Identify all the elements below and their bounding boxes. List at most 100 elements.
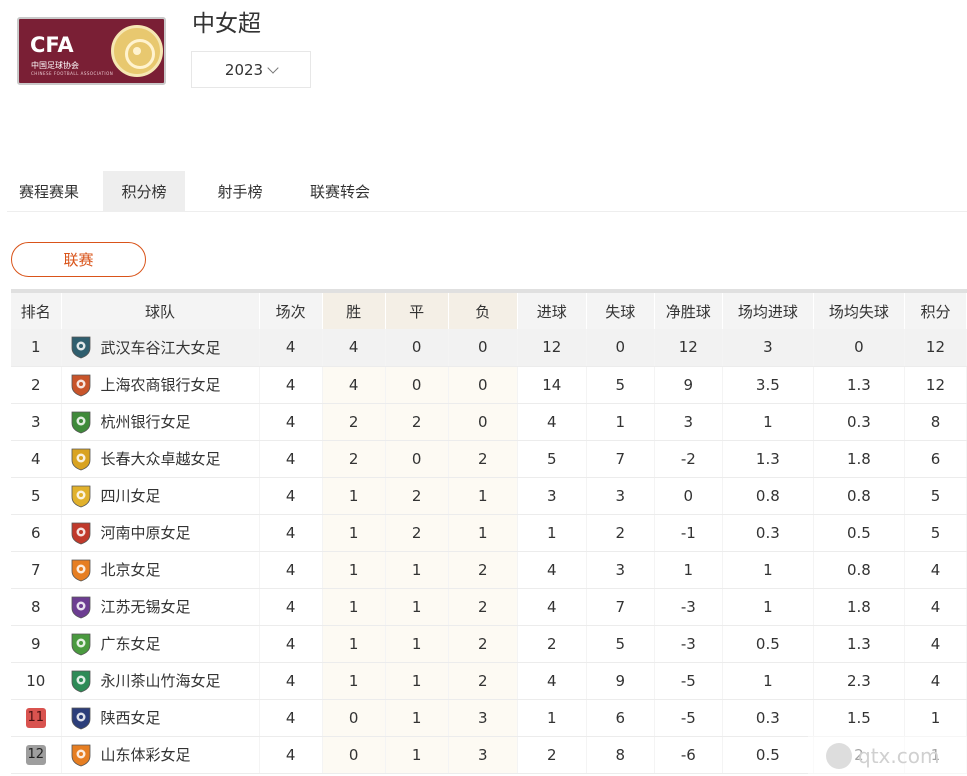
avg-goals-for-cell: 3 bbox=[722, 329, 814, 367]
standings-table: 排名 球队 场次 胜 平 负 进球 失球 净胜球 场均进球 场均失球 积分 1 武… bbox=[11, 289, 967, 774]
draws-cell: 1 bbox=[385, 736, 449, 774]
tab-schedule[interactable]: 赛程赛果 bbox=[7, 171, 103, 211]
table-row[interactable]: 7 北京女足 4 1 1 2 4 3 1 1 0.8 4 bbox=[11, 551, 967, 589]
rank-value: 7 bbox=[30, 560, 41, 579]
team-name[interactable]: 河南中原女足 bbox=[101, 522, 191, 543]
team-cell[interactable]: 永川茶山竹海女足 bbox=[61, 662, 260, 700]
avg-goals-for-cell: 0.3 bbox=[722, 699, 814, 737]
guangdong-badge-icon bbox=[68, 631, 94, 657]
team-cell[interactable]: 上海农商银行女足 bbox=[61, 366, 260, 404]
team-cell[interactable]: 杭州银行女足 bbox=[61, 403, 260, 441]
wins-cell: 2 bbox=[322, 440, 386, 478]
team-name[interactable]: 永川茶山竹海女足 bbox=[101, 670, 221, 691]
header-goals-for: 进球 bbox=[517, 291, 587, 329]
header-draws: 平 bbox=[385, 291, 449, 329]
table-row[interactable]: 8 江苏无锡女足 4 1 1 2 4 7 -3 1 1.8 4 bbox=[11, 588, 967, 626]
table-row[interactable]: 11 陕西女足 4 0 1 3 1 6 -5 0.3 1.5 1 bbox=[11, 699, 967, 737]
season-dropdown[interactable]: 2023 bbox=[191, 51, 311, 88]
points-cell: 8 bbox=[904, 403, 967, 441]
goals-for-cell: 14 bbox=[517, 366, 587, 404]
table-row[interactable]: 2 上海农商银行女足 4 4 0 0 14 5 9 3.5 1.3 12 bbox=[11, 366, 967, 404]
table-row[interactable]: 6 河南中原女足 4 1 2 1 1 2 -1 0.3 0.5 5 bbox=[11, 514, 967, 552]
goals-against-cell: 6 bbox=[586, 699, 655, 737]
rank-value: 3 bbox=[30, 412, 41, 431]
team-cell[interactable]: 四川女足 bbox=[61, 477, 260, 515]
shandong-badge-icon bbox=[68, 742, 94, 768]
points-cell: 6 bbox=[904, 440, 967, 478]
team-cell[interactable]: 山东体彩女足 bbox=[61, 736, 260, 774]
goal-diff-cell: -5 bbox=[654, 699, 723, 737]
draws-cell: 1 bbox=[385, 699, 449, 737]
rank-cell: 11 bbox=[11, 699, 62, 737]
goal-diff-cell: -5 bbox=[654, 662, 723, 700]
tab-top-scorers[interactable]: 射手榜 bbox=[185, 171, 295, 211]
avg-goals-against-cell: 1.5 bbox=[813, 699, 905, 737]
rank-value: 1 bbox=[30, 338, 41, 357]
team-name[interactable]: 陕西女足 bbox=[101, 707, 161, 728]
team-cell[interactable]: 河南中原女足 bbox=[61, 514, 260, 552]
points-cell: 4 bbox=[904, 625, 967, 663]
table-row[interactable]: 3 杭州银行女足 4 2 2 0 4 1 3 1 0.3 8 bbox=[11, 403, 967, 441]
tab-standings[interactable]: 积分榜 bbox=[103, 171, 185, 211]
table-row[interactable]: 1 武汉车谷江大女足 4 4 0 0 12 0 12 3 0 12 bbox=[11, 329, 967, 367]
league-filter-button[interactable]: 联赛 bbox=[11, 242, 146, 277]
chevron-down-icon bbox=[267, 61, 279, 74]
goals-against-cell: 8 bbox=[586, 736, 655, 774]
header-rank: 排名 bbox=[11, 291, 62, 329]
avg-goals-against-cell: 0.5 bbox=[813, 514, 905, 552]
goals-for-cell: 5 bbox=[517, 440, 587, 478]
team-name[interactable]: 四川女足 bbox=[101, 485, 161, 506]
team-name[interactable]: 杭州银行女足 bbox=[101, 411, 191, 432]
team-cell[interactable]: 广东女足 bbox=[61, 625, 260, 663]
team-name[interactable]: 山东体彩女足 bbox=[101, 744, 191, 765]
rank-value: 6 bbox=[30, 523, 41, 542]
team-cell[interactable]: 陕西女足 bbox=[61, 699, 260, 737]
losses-cell: 2 bbox=[448, 662, 518, 700]
goals-against-cell: 7 bbox=[586, 588, 655, 626]
wins-cell: 1 bbox=[322, 662, 386, 700]
goals-against-cell: 3 bbox=[586, 477, 655, 515]
team-cell[interactable]: 北京女足 bbox=[61, 551, 260, 589]
team-cell[interactable]: 长春大众卓越女足 bbox=[61, 440, 260, 478]
losses-cell: 3 bbox=[448, 736, 518, 774]
losses-cell: 2 bbox=[448, 588, 518, 626]
losses-cell: 0 bbox=[448, 403, 518, 441]
team-cell[interactable]: 武汉车谷江大女足 bbox=[61, 329, 260, 367]
team-name[interactable]: 广东女足 bbox=[101, 633, 161, 654]
table-row[interactable]: 4 长春大众卓越女足 4 2 0 2 5 7 -2 1.3 1.8 6 bbox=[11, 440, 967, 478]
wins-cell: 1 bbox=[322, 588, 386, 626]
team-name[interactable]: 上海农商银行女足 bbox=[101, 374, 221, 395]
wins-cell: 1 bbox=[322, 551, 386, 589]
goal-diff-cell: 1 bbox=[654, 551, 723, 589]
team-name[interactable]: 北京女足 bbox=[101, 559, 161, 580]
avg-goals-for-cell: 1.3 bbox=[722, 440, 814, 478]
points-cell: 5 bbox=[904, 514, 967, 552]
table-row[interactable]: 5 四川女足 4 1 2 1 3 3 0 0.8 0.8 5 bbox=[11, 477, 967, 515]
team-cell[interactable]: 江苏无锡女足 bbox=[61, 588, 260, 626]
rank-cell: 3 bbox=[11, 403, 62, 441]
team-name[interactable]: 武汉车谷江大女足 bbox=[101, 337, 221, 358]
tab-transfers[interactable]: 联赛转会 bbox=[295, 171, 385, 211]
goals-for-cell: 12 bbox=[517, 329, 587, 367]
draws-cell: 2 bbox=[385, 514, 449, 552]
goals-against-cell: 2 bbox=[586, 514, 655, 552]
wins-cell: 0 bbox=[322, 736, 386, 774]
goals-for-cell: 3 bbox=[517, 477, 587, 515]
goals-for-cell: 1 bbox=[517, 514, 587, 552]
hangzhou-badge-icon bbox=[68, 409, 94, 435]
rank-value: 5 bbox=[30, 486, 41, 505]
header-team: 球队 bbox=[61, 291, 260, 329]
avg-goals-against-cell: 1.3 bbox=[813, 625, 905, 663]
table-row[interactable]: 10 永川茶山竹海女足 4 1 1 2 4 9 -5 1 2.3 4 bbox=[11, 662, 967, 700]
rose-emblem-icon bbox=[111, 25, 163, 77]
team-name[interactable]: 长春大众卓越女足 bbox=[101, 448, 221, 469]
watermark-text: qtx.com bbox=[858, 744, 940, 768]
team-name[interactable]: 江苏无锡女足 bbox=[101, 596, 191, 617]
table-row[interactable]: 9 广东女足 4 1 1 2 2 5 -3 0.5 1.3 4 bbox=[11, 625, 967, 663]
played-cell: 4 bbox=[259, 736, 323, 774]
watermark: qtx.com bbox=[808, 736, 967, 776]
draws-cell: 2 bbox=[385, 477, 449, 515]
points-cell: 4 bbox=[904, 588, 967, 626]
avg-goals-for-cell: 1 bbox=[722, 403, 814, 441]
jiangsu-badge-icon bbox=[68, 594, 94, 620]
